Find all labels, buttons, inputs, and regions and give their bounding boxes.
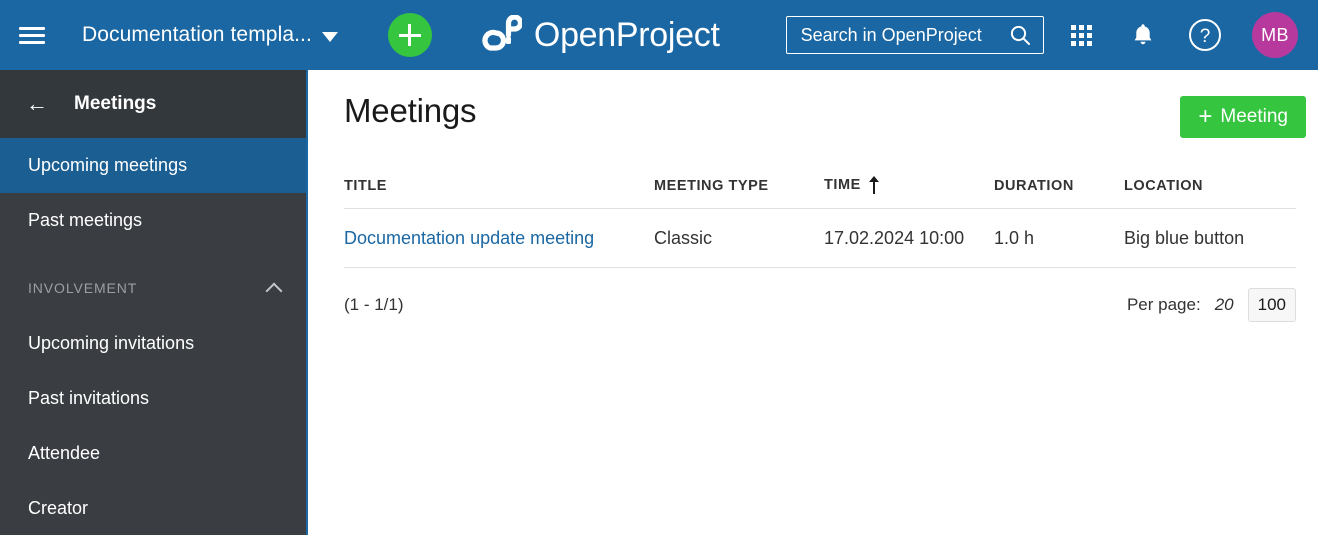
page-title: Meetings (344, 92, 477, 129)
sidebar-section-involvement[interactable]: INVOLVEMENT (0, 260, 306, 316)
global-add-button[interactable] (387, 13, 432, 57)
top-header: Documentation templa... OpenProject Sear… (0, 0, 1318, 70)
per-page-option-20[interactable]: 20 (1215, 295, 1234, 315)
table-head: TITLE MEETING TYPE TIME DURATION LOCATIO… (344, 176, 1296, 209)
column-header-title[interactable]: TITLE (344, 176, 654, 209)
cell-location: Big blue button (1124, 208, 1296, 268)
hamburger-bar (19, 33, 45, 37)
plus-icon (398, 24, 421, 46)
meetings-table: TITLE MEETING TYPE TIME DURATION LOCATIO… (344, 176, 1296, 268)
arrow-left-icon[interactable]: ← (26, 93, 48, 115)
plus-icon: + (1198, 103, 1213, 130)
help-question-icon: ? (1189, 19, 1221, 51)
sidebar-item-upcoming-invitations[interactable]: Upcoming invitations (0, 316, 306, 371)
add-meeting-button[interactable]: + Meeting (1180, 96, 1306, 138)
sort-ascending-arrow-icon[interactable] (868, 176, 879, 194)
cell-title: Documentation update meeting (344, 208, 654, 268)
project-selector[interactable]: Documentation templa... (82, 0, 338, 70)
table-body: Documentation update meeting Classic 17.… (344, 208, 1296, 268)
sidebar-item-creator[interactable]: Creator (0, 481, 306, 535)
grid-modules-icon (1070, 24, 1092, 46)
sidebar-section-label: INVOLVEMENT (28, 280, 138, 296)
column-header-meeting-type[interactable]: MEETING TYPE (654, 176, 824, 209)
sidebar-item-label: Past meetings (28, 210, 143, 230)
sidebar-item-past-invitations[interactable]: Past invitations (0, 371, 306, 426)
sidebar-item-attendee[interactable]: Attendee (0, 426, 306, 481)
meeting-title-link[interactable]: Documentation update meeting (344, 228, 594, 248)
column-header-duration[interactable]: DURATION (994, 176, 1124, 209)
help-button[interactable]: ? (1174, 0, 1236, 70)
pagination: (1 - 1/1) Per page: 20 100 (344, 288, 1296, 322)
main-content: Meetings + Meeting TITLE MEETING TYPE TI… (310, 70, 1318, 535)
column-header-label: TITLE (344, 178, 388, 194)
table-header-row: TITLE MEETING TYPE TIME DURATION LOCATIO… (344, 176, 1296, 209)
add-meeting-button-label: Meeting (1220, 106, 1288, 127)
bell-icon (1134, 24, 1152, 45)
table-row: Documentation update meeting Classic 17.… (344, 208, 1296, 268)
column-header-location[interactable]: LOCATION (1124, 176, 1296, 209)
modules-button[interactable] (1050, 0, 1112, 70)
per-page-controls: Per page: 20 100 (1127, 288, 1296, 322)
per-page-option-100[interactable]: 100 (1247, 288, 1296, 322)
notifications-button[interactable] (1112, 0, 1174, 70)
openproject-logo-icon (482, 15, 522, 51)
sidebar-item-label: Attendee (28, 443, 101, 463)
project-name-label: Documentation templa... (82, 23, 312, 46)
column-header-label: TIME (824, 177, 861, 193)
chevron-down-icon (321, 31, 338, 42)
column-header-time[interactable]: TIME (824, 176, 994, 209)
per-page-label: Per page: (1126, 295, 1201, 314)
cell-meeting-type: Classic (654, 208, 824, 268)
content-header: Meetings + Meeting (344, 70, 1306, 138)
sidebar-title: Meetings (74, 93, 157, 114)
column-header-label: DURATION (994, 178, 1074, 194)
sidebar-item-label: Creator (28, 498, 89, 518)
sidebar: ← Meetings Upcoming meetings Past meetin… (0, 70, 308, 535)
pagination-range-label: (1 - 1/1) (344, 295, 404, 314)
hamburger-bar (19, 40, 45, 44)
svg-text:?: ? (1200, 26, 1211, 47)
sidebar-item-label: Upcoming invitations (28, 333, 195, 353)
avatar[interactable]: MB (1252, 12, 1298, 58)
sidebar-item-label: Upcoming meetings (28, 155, 188, 175)
search-placeholder-label: Search in OpenProject (800, 24, 982, 45)
chevron-up-icon[interactable] (265, 282, 283, 299)
sidebar-item-label: Past invitations (28, 388, 150, 408)
hamburger-bar (19, 26, 45, 30)
column-header-label: LOCATION (1124, 178, 1204, 194)
brand-name-label: OpenProject (533, 15, 720, 54)
hamburger-icon[interactable] (0, 0, 64, 70)
column-header-label: MEETING TYPE (654, 178, 769, 194)
cell-time: 17.02.2024 10:00 (824, 208, 994, 268)
brand-home-link[interactable]: OpenProject (480, 15, 720, 55)
search-input[interactable]: Search in OpenProject (785, 16, 1044, 54)
avatar-initials: MB (1261, 24, 1289, 45)
header-actions: ? MB (1050, 0, 1318, 70)
search-icon[interactable] (1009, 24, 1031, 46)
sidebar-header: ← Meetings (0, 70, 306, 138)
cell-duration: 1.0 h (994, 208, 1124, 268)
sidebar-item-upcoming-meetings[interactable]: Upcoming meetings (0, 138, 306, 193)
sidebar-item-past-meetings[interactable]: Past meetings (0, 193, 306, 248)
